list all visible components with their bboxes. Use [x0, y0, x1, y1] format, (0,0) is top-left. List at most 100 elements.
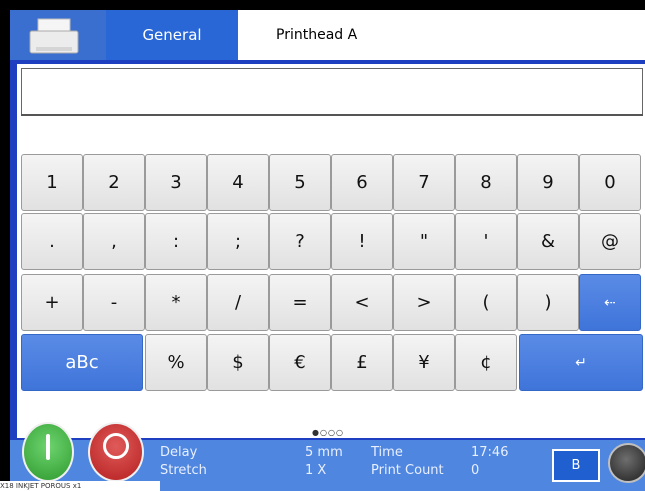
operator-key-0[interactable]: +: [21, 274, 83, 331]
stretch-label: Stretch: [160, 463, 207, 478]
time-label: Time: [371, 445, 403, 460]
printer-icon: [29, 18, 79, 54]
currency-key-5[interactable]: ¢: [455, 334, 517, 391]
currency-key-3[interactable]: £: [331, 334, 393, 391]
key-label: <: [354, 292, 370, 313]
key-label: (: [482, 292, 490, 313]
digit-key-0[interactable]: 1: [21, 154, 83, 211]
key-label: !: [358, 231, 366, 252]
key-label: 3: [170, 172, 182, 193]
operator-key-2[interactable]: *: [145, 274, 207, 331]
message-name-text: X18 INKJET POROUS x1: [0, 482, 82, 490]
operator-key-7[interactable]: (: [455, 274, 517, 331]
digit-key-6[interactable]: 7: [393, 154, 455, 211]
key-label: -: [110, 292, 118, 313]
delay-value: 5 mm: [305, 445, 343, 460]
key-label: 1: [46, 172, 58, 193]
message-name: X18 INKJET POROUS x1: [0, 481, 160, 491]
key-label: ;: [234, 231, 242, 252]
stretch-value: 1 X: [305, 463, 327, 478]
tab-printhead-label: Printhead A: [276, 27, 358, 43]
shift-abc-label: aBc: [65, 352, 99, 373]
key-label: ¥: [418, 352, 430, 373]
key-label: @: [601, 231, 619, 252]
key-label: /: [234, 292, 242, 313]
punctuation-key-4[interactable]: ?: [269, 213, 331, 270]
key-label: ¢: [480, 352, 492, 373]
page-indicator-dots: ●○○○: [312, 428, 344, 437]
punctuation-key-0[interactable]: .: [21, 213, 83, 270]
printer-tab[interactable]: [10, 10, 106, 60]
key-label: *: [171, 292, 181, 313]
digit-key-5[interactable]: 6: [331, 154, 393, 211]
operator-key-4[interactable]: =: [269, 274, 331, 331]
operator-key-6[interactable]: >: [393, 274, 455, 331]
key-label: %: [167, 352, 185, 373]
printhead-b-button[interactable]: B: [552, 449, 600, 482]
start-print-button[interactable]: [22, 422, 74, 482]
text-entry-field[interactable]: [21, 68, 643, 116]
punctuation-key-5[interactable]: !: [331, 213, 393, 270]
digit-key-3[interactable]: 4: [207, 154, 269, 211]
tab-general-label: General: [142, 26, 202, 44]
operator-key-8[interactable]: ): [517, 274, 579, 331]
enter-key[interactable]: ↵: [519, 334, 643, 391]
key-label: 0: [604, 172, 616, 193]
operator-key-1[interactable]: -: [83, 274, 145, 331]
digit-key-9[interactable]: 0: [579, 154, 641, 211]
delay-label: Delay: [160, 445, 198, 460]
key-label: 2: [108, 172, 120, 193]
digit-key-4[interactable]: 5: [269, 154, 331, 211]
digit-key-8[interactable]: 9: [517, 154, 579, 211]
app-window: General Printhead A aBc ↵ ●○○○ Delay Str…: [0, 0, 645, 491]
key-label: .: [49, 231, 55, 252]
key-label: ?: [295, 231, 305, 252]
key-label: >: [416, 292, 432, 313]
key-label: €: [294, 352, 306, 373]
key-label: 8: [480, 172, 492, 193]
key-label: $: [232, 352, 244, 373]
currency-key-1[interactable]: $: [207, 334, 269, 391]
key-label: :: [172, 231, 180, 252]
key-label: &: [540, 231, 556, 252]
punctuation-key-2[interactable]: :: [145, 213, 207, 270]
key-label: ,: [111, 231, 117, 252]
key-label: =: [292, 292, 308, 313]
currency-key-2[interactable]: €: [269, 334, 331, 391]
backspace-icon: ⇠: [604, 294, 616, 311]
key-label: 4: [232, 172, 244, 193]
enter-icon: ↵: [575, 354, 587, 371]
operator-key-5[interactable]: <: [331, 274, 393, 331]
tab-printhead-a[interactable]: Printhead A: [276, 27, 357, 43]
punctuation-key-7[interactable]: ': [455, 213, 517, 270]
key-label: ": [419, 231, 429, 252]
key-label: ): [544, 292, 552, 313]
key-label: £: [356, 352, 368, 373]
punctuation-key-8[interactable]: &: [517, 213, 579, 270]
print-count-value: 0: [471, 463, 480, 478]
tab-general[interactable]: General: [106, 10, 238, 60]
key-label: 6: [356, 172, 368, 193]
punctuation-key-9[interactable]: @: [579, 213, 641, 270]
currency-key-4[interactable]: ¥: [393, 334, 455, 391]
page-indicator: ●○○○: [312, 428, 344, 437]
key-label: 7: [418, 172, 430, 193]
currency-key-0[interactable]: %: [145, 334, 207, 391]
stop-print-button[interactable]: [88, 422, 144, 482]
backspace-key[interactable]: ⇠: [579, 274, 641, 331]
punctuation-key-6[interactable]: ": [393, 213, 455, 270]
key-label: 5: [294, 172, 306, 193]
digit-key-7[interactable]: 8: [455, 154, 517, 211]
key-label: 9: [542, 172, 554, 193]
status-indicator-icon[interactable]: [608, 443, 645, 483]
punctuation-key-3[interactable]: ;: [207, 213, 269, 270]
printhead-b-label: B: [571, 458, 581, 473]
print-count-label: Print Count: [371, 463, 444, 478]
shift-abc-key[interactable]: aBc: [21, 334, 143, 391]
digit-key-1[interactable]: 2: [83, 154, 145, 211]
digit-key-2[interactable]: 3: [145, 154, 207, 211]
punctuation-key-1[interactable]: ,: [83, 213, 145, 270]
key-label: ': [483, 231, 489, 252]
operator-key-3[interactable]: /: [207, 274, 269, 331]
time-value: 17:46: [471, 445, 509, 460]
